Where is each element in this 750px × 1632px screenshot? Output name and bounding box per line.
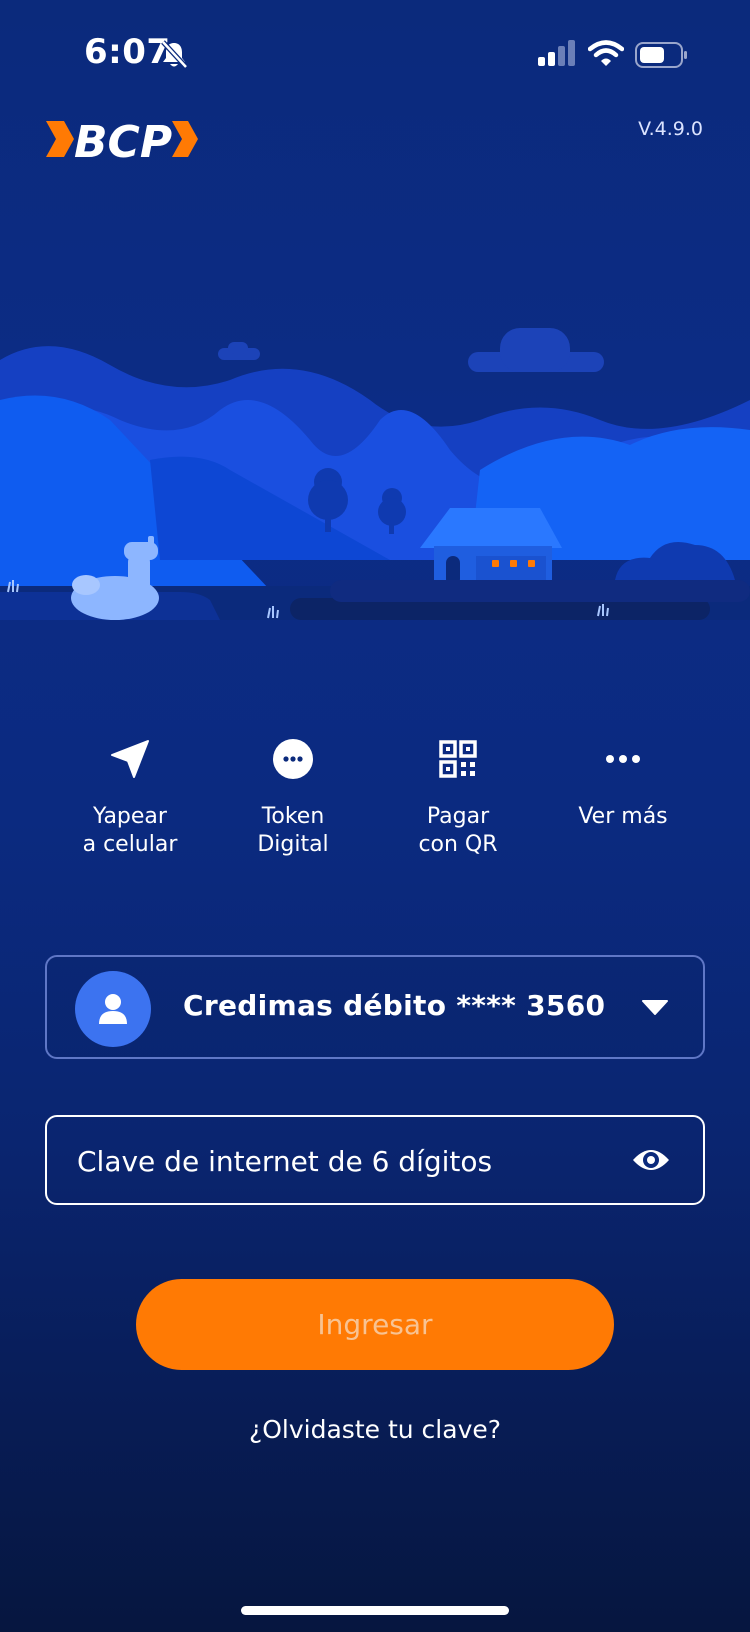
quick-action-label: Ver más [578, 804, 668, 829]
qr-code-icon [439, 740, 477, 778]
svg-text:BCP: BCP [74, 117, 172, 165]
forgot-password-link[interactable]: ¿Olvidaste tu clave? [0, 1415, 750, 1444]
status-time: 6:07 [84, 32, 171, 72]
account-selector[interactable]: Credimas débito **** 3560 [45, 955, 705, 1059]
quick-actions: Yapear a celular Token Digital Pagar con… [0, 735, 750, 875]
user-icon [99, 994, 127, 1024]
quick-action-pagar-qr[interactable]: Pagar con QR [378, 735, 538, 859]
eye-icon[interactable] [631, 1144, 671, 1176]
bcp-logo: BCP [46, 117, 198, 165]
cellular-signal-icon [538, 40, 575, 66]
bell-slash-icon [161, 40, 188, 69]
home-indicator [241, 1606, 509, 1615]
quick-action-token[interactable]: Token Digital [213, 735, 373, 859]
password-input[interactable] [75, 1137, 599, 1185]
more-dots-icon [606, 755, 640, 763]
login-button[interactable]: Ingresar [136, 1279, 614, 1370]
token-dots-icon [273, 739, 313, 779]
avatar [75, 971, 151, 1047]
battery-icon [635, 42, 687, 68]
quick-action-ver-mas[interactable]: Ver más [543, 735, 703, 831]
app-version: V.4.9.0 [638, 118, 703, 140]
caret-down-icon [642, 1000, 668, 1015]
quick-action-label: Token Digital [257, 804, 329, 857]
send-arrow-icon [111, 740, 149, 778]
quick-action-label: Pagar con QR [418, 804, 498, 857]
quick-action-label: Yapear a celular [82, 804, 178, 857]
password-field[interactable] [45, 1115, 705, 1205]
wifi-icon [588, 40, 624, 66]
quick-action-yapear[interactable]: Yapear a celular [50, 735, 210, 859]
account-label: Credimas débito **** 3560 [183, 989, 606, 1022]
hero-illustration [0, 328, 750, 620]
status-bar: 6:07 [0, 0, 750, 110]
